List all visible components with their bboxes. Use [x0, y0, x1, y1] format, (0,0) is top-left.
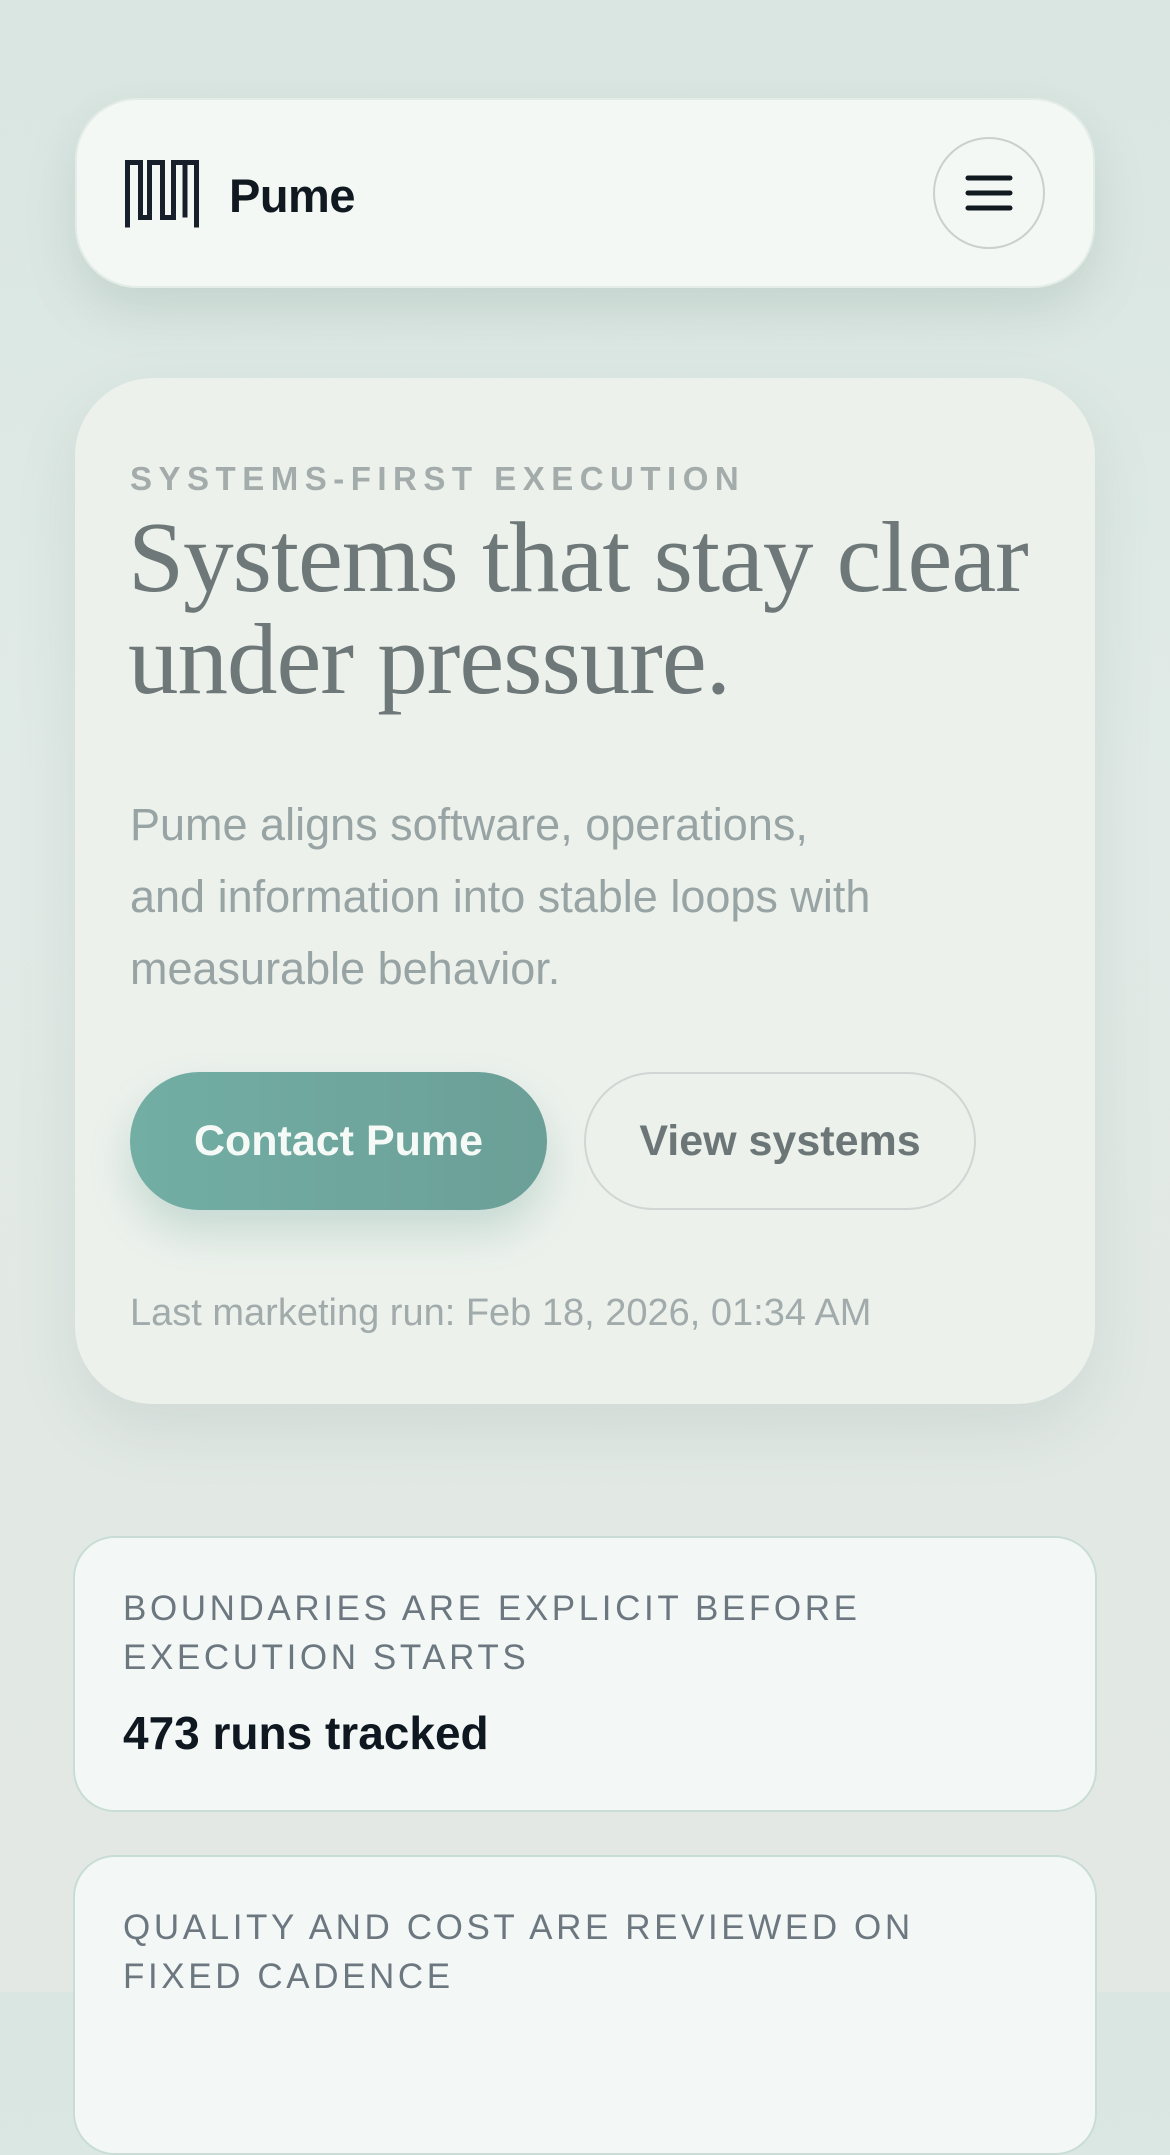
hamburger-menu-icon	[965, 175, 1013, 211]
hero-card: SYSTEMS-FIRST EXECUTION Systems that sta…	[75, 378, 1095, 1404]
top-nav: Pume	[75, 98, 1095, 288]
contact-pume-button[interactable]: Contact Pume	[130, 1072, 547, 1210]
view-systems-button[interactable]: View systems	[584, 1072, 976, 1210]
hero-title: Systems that stay clear under pressure.	[128, 501, 1029, 715]
hero-eyebrow: SYSTEMS-FIRST EXECUTION	[130, 460, 746, 497]
stat-card: QUALITY AND COST ARE REVIEWED ON FIXED C…	[73, 1855, 1097, 2155]
brand-link[interactable]: Pume	[125, 160, 356, 230]
stat-label: QUALITY AND COST ARE REVIEWED ON FIXED C…	[123, 1908, 914, 1996]
stat-card: BOUNDARIES ARE EXPLICIT BEFORE EXECUTION…	[73, 1536, 1097, 1812]
menu-button[interactable]	[933, 137, 1045, 249]
stat-label: BOUNDARIES ARE EXPLICIT BEFORE EXECUTION…	[123, 1589, 861, 1677]
hero-description: Pume aligns software, operations, and in…	[130, 799, 871, 994]
pume-logo-icon	[125, 160, 199, 228]
stat-value: 473 runs tracked	[123, 1707, 489, 1759]
brand-name: Pume	[229, 168, 356, 222]
last-marketing-run: Last marketing run: Feb 18, 2026, 01:34 …	[130, 1292, 872, 1334]
